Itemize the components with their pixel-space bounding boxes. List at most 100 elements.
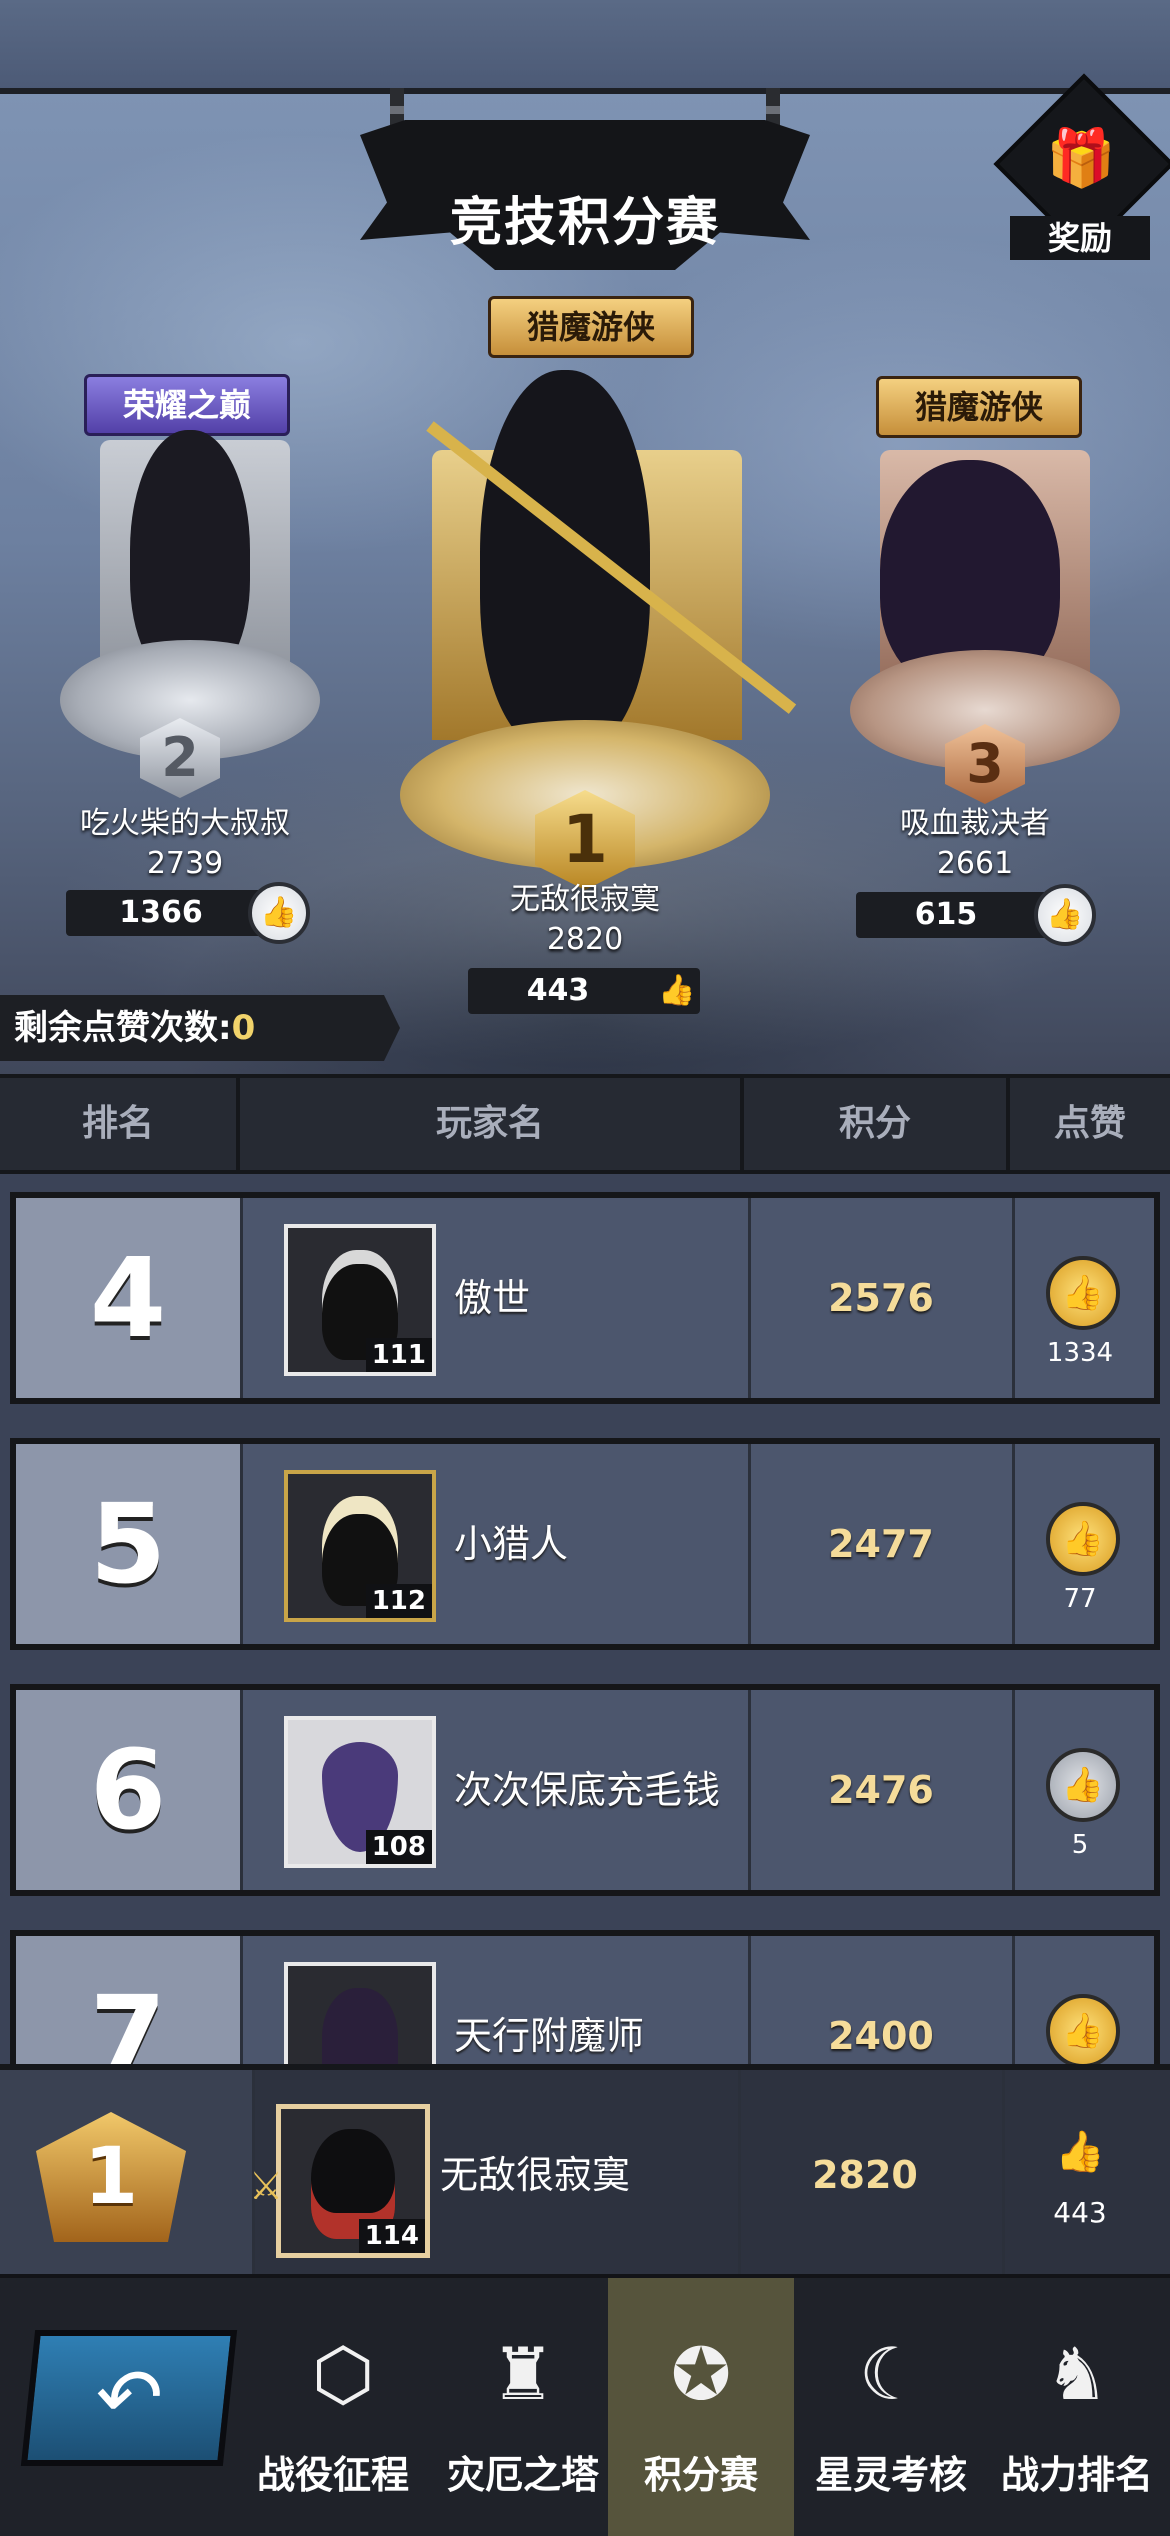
- cell-divider: [1012, 1690, 1015, 1890]
- avatar-level: 114: [358, 2219, 425, 2253]
- my-score: 2820: [812, 2153, 918, 2197]
- like-button[interactable]: 👍: [1046, 1502, 1120, 1576]
- hexagon-shield-icon: ⬡: [311, 2332, 375, 2416]
- avatar-level: 112: [365, 1584, 432, 1618]
- player-name: 小猎人: [454, 1522, 569, 1566]
- my-like-count: 443: [1053, 2196, 1107, 2229]
- avatar[interactable]: 112: [284, 1470, 436, 1622]
- player-score: 2576: [828, 1276, 934, 1320]
- row-panel: 7 天行附魔师 2400 👍: [16, 1936, 1154, 2066]
- cell-divider: [1012, 1444, 1015, 1644]
- podium-3-score: 2661: [936, 846, 1014, 881]
- thumbs-up-icon: 👍: [1055, 2129, 1105, 2175]
- player-score: 2477: [828, 1522, 934, 1566]
- tab-points-match[interactable]: ✪ 积分赛: [608, 2278, 794, 2536]
- remaining-likes-banner: 剩余点赞次数:0: [0, 995, 400, 1061]
- podium-2-score: 2739: [146, 846, 224, 881]
- like-button[interactable]: 👍: [1046, 1256, 1120, 1330]
- reward-button[interactable]: 🎁 奖励: [993, 73, 1170, 260]
- cell-divider: [1002, 2070, 1005, 2280]
- podium-2-name: 吃火柴的大叔叔: [80, 806, 290, 841]
- gift-icon: 🎁: [1046, 126, 1116, 191]
- back-button[interactable]: ↶: [20, 2330, 238, 2466]
- podium-2-title-badge: 荣耀之巅: [84, 374, 290, 436]
- my-rank-bar: 1 114 ⚔ 无敌很寂寞 2820 👍 443: [0, 2064, 1170, 2280]
- rank-number: 7: [89, 1972, 167, 2066]
- cell-divider: [1012, 1936, 1015, 2066]
- crossed-swords-icon: ⚔: [248, 2164, 284, 2208]
- row-panel: 4 111 傲世 2576 👍 1334: [16, 1198, 1154, 1398]
- thumbs-up-icon[interactable]: 👍: [654, 968, 700, 1014]
- row-panel: 6 108 次次保底充毛钱 2476 👍 5: [16, 1690, 1154, 1890]
- tab-tower-label: 灾厄之塔: [446, 2453, 599, 2497]
- cell-divider: [240, 1690, 243, 1890]
- tab-power-ranking[interactable]: ♞ 战力排名: [984, 2278, 1170, 2536]
- like-button[interactable]: 👍: [1046, 1994, 1120, 2066]
- row-panel: 5 112 小猎人 2477 👍 77: [16, 1444, 1154, 1644]
- bottom-nav: ↶ ⬡ 战役征程 ♜ 灾厄之塔 ✪ 积分赛 ☾ 星灵考核 ♞ 战力排名: [0, 2274, 1170, 2536]
- tab-star-spirit-label: 星灵考核: [814, 2453, 967, 2497]
- podium-1-like-bar: 443 👍: [468, 968, 700, 1014]
- avatar[interactable]: [284, 1962, 436, 2066]
- avatar[interactable]: 111: [284, 1224, 436, 1376]
- player-score: 2476: [828, 1768, 934, 1812]
- player-name: 次次保底充毛钱: [454, 1768, 721, 1812]
- ranking-table-header: 排名 玩家名 积分 点赞: [0, 1074, 1170, 1174]
- avatar-level: 111: [365, 1338, 432, 1372]
- podium-1-score: 2820: [546, 922, 624, 957]
- like-count: 5: [1071, 1830, 1089, 1860]
- column-header-like: 点赞: [1053, 1103, 1126, 1144]
- rank-number: 5: [89, 1480, 167, 1608]
- remaining-likes-label: 剩余点赞次数:: [14, 1008, 232, 1048]
- podium-2-likes: 1366: [119, 895, 203, 930]
- like-button[interactable]: 👍: [1046, 1748, 1120, 1822]
- dragon-icon: ♞: [1044, 2332, 1110, 2416]
- cell-divider: [240, 1198, 243, 1398]
- podium-3-likes: 615: [914, 897, 978, 932]
- thumbs-up-icon: 👍: [1061, 1273, 1105, 1313]
- cell-divider: [240, 1444, 243, 1644]
- tower-icon: ♜: [490, 2332, 556, 2416]
- avatar-portrait: [322, 1988, 398, 2066]
- my-name: 无敌很寂寞: [440, 2153, 631, 2197]
- podium-2-like-button[interactable]: 👍: [248, 882, 310, 944]
- thumbs-up-icon: 👍: [1061, 1765, 1105, 1805]
- table-row[interactable]: 7 天行附魔师 2400 👍: [10, 1930, 1160, 2066]
- thumbs-up-icon: 👍: [1046, 897, 1084, 932]
- podium-1-name: 无敌很寂寞: [510, 882, 660, 917]
- my-avatar[interactable]: 114: [276, 2104, 430, 2258]
- thumbs-up-icon: 👍: [1061, 1519, 1105, 1559]
- column-header-rank: 排名: [81, 1103, 154, 1144]
- rank-number: 6: [89, 1726, 167, 1854]
- thumbs-up-icon: 👍: [260, 895, 298, 930]
- cell-divider: [240, 1936, 243, 2066]
- avatar[interactable]: 108: [284, 1716, 436, 1868]
- player-name: 傲世: [454, 1276, 531, 1320]
- podium-3-name: 吸血裁决者: [900, 806, 1050, 841]
- avatar-level: 108: [365, 1830, 432, 1864]
- tab-points-match-label: 积分赛: [643, 2453, 758, 2497]
- like-count: 77: [1063, 1584, 1097, 1614]
- ranking-list[interactable]: 4 111 傲世 2576 👍 1334 5 112 小猎人 2477 👍 77…: [0, 1166, 1170, 2066]
- reward-label: 奖励: [1010, 216, 1150, 260]
- moon-star-icon: ☾: [858, 2332, 924, 2416]
- table-row[interactable]: 5 112 小猎人 2477 👍 77: [10, 1438, 1160, 1650]
- table-row[interactable]: 4 111 傲世 2576 👍 1334: [10, 1192, 1160, 1404]
- back-arrow-icon: ↶: [90, 2351, 168, 2444]
- podium-1-character[interactable]: [480, 370, 650, 750]
- player-score: 2400: [828, 2014, 934, 2058]
- tab-star-spirit[interactable]: ☾ 星灵考核: [798, 2278, 984, 2536]
- like-count: 1334: [1046, 1338, 1114, 1368]
- tab-campaign-label: 战役征程: [256, 2453, 409, 2497]
- tab-power-ranking-label: 战力排名: [1000, 2453, 1153, 2497]
- thumbs-up-icon: 👍: [1061, 2011, 1105, 2051]
- rank-number: 4: [89, 1234, 167, 1362]
- podium-3-like-button[interactable]: 👍: [1034, 884, 1096, 946]
- tab-campaign[interactable]: ⬡ 战役征程: [250, 2278, 436, 2536]
- podium-1-likes: 443: [526, 973, 590, 1008]
- table-row[interactable]: 6 108 次次保底充毛钱 2476 👍 5: [10, 1684, 1160, 1896]
- tab-tower[interactable]: ♜ 灾厄之塔: [430, 2278, 616, 2536]
- podium-3-title-badge: 猎魔游侠: [876, 376, 1082, 438]
- page-title: 竞技积分赛: [449, 193, 720, 253]
- column-header-player: 玩家名: [435, 1103, 544, 1144]
